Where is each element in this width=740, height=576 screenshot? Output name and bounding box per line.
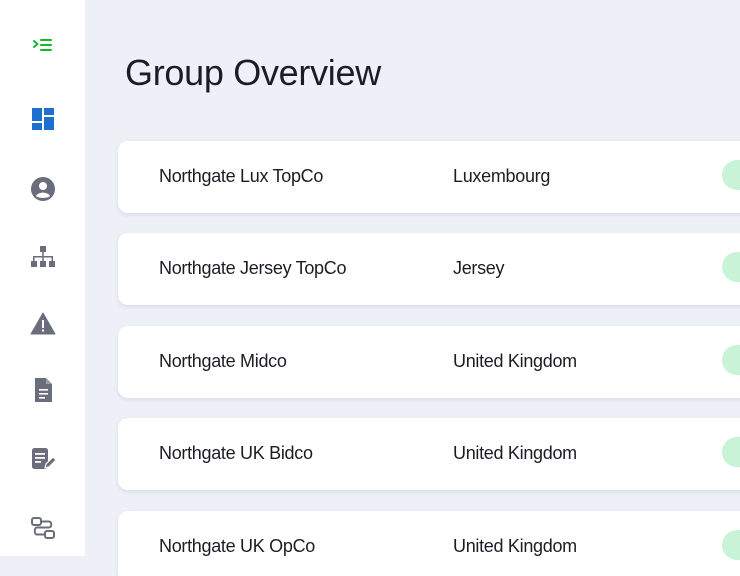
sidebar-item-dashboard[interactable] xyxy=(27,103,59,135)
dashboard-icon xyxy=(32,108,54,130)
entity-card[interactable]: Northgate Lux TopCo Luxembourg xyxy=(118,141,740,213)
sidebar-item-menu-toggle[interactable] xyxy=(27,29,59,61)
entity-card[interactable]: Northgate Midco United Kingdom xyxy=(118,326,740,398)
document-icon xyxy=(35,378,52,402)
entity-country: United Kingdom xyxy=(453,536,577,556)
entity-card[interactable]: Northgate UK OpCo United Kingdom xyxy=(118,511,740,576)
user-profile-icon xyxy=(31,177,55,201)
entity-name: Northgate Jersey TopCo xyxy=(159,258,347,278)
sidebar xyxy=(0,0,85,556)
sidebar-item-documents[interactable] xyxy=(27,374,59,406)
status-badge xyxy=(722,530,740,560)
entity-country: Luxembourg xyxy=(453,166,551,186)
entity-name: Northgate UK OpCo xyxy=(159,536,315,556)
entity-country: Jersey xyxy=(453,258,505,278)
warning-icon xyxy=(30,312,56,335)
app-window: Group Overview Northgate Lux TopCo Luxem… xyxy=(0,0,740,576)
main-content: Group Overview Northgate Lux TopCo Luxem… xyxy=(85,0,740,576)
sidebar-item-workflow[interactable] xyxy=(27,512,59,544)
entity-country: United Kingdom xyxy=(453,443,577,463)
entity-card[interactable]: Northgate UK Bidco United Kingdom xyxy=(118,418,740,490)
entity-name: Northgate Lux TopCo xyxy=(159,166,324,186)
sidebar-item-alerts[interactable] xyxy=(27,308,59,340)
status-badge xyxy=(722,437,740,467)
menu-collapse-icon xyxy=(33,39,52,51)
entity-name: Northgate UK Bidco xyxy=(159,443,313,463)
sidebar-item-edit-documents[interactable] xyxy=(27,443,59,475)
sidebar-item-profile[interactable] xyxy=(27,173,59,205)
edit-document-icon xyxy=(32,448,56,469)
entity-name: Northgate Midco xyxy=(159,351,287,371)
status-badge xyxy=(722,160,740,190)
sidebar-item-org-structure[interactable] xyxy=(27,242,59,274)
workflow-icon xyxy=(31,517,55,539)
org-structure-icon xyxy=(31,246,55,267)
entity-card[interactable]: Northgate Jersey TopCo Jersey xyxy=(118,233,740,305)
status-badge xyxy=(722,345,740,375)
entity-country: United Kingdom xyxy=(453,351,577,371)
page-title: Group Overview xyxy=(125,52,381,93)
status-badge xyxy=(722,252,740,282)
